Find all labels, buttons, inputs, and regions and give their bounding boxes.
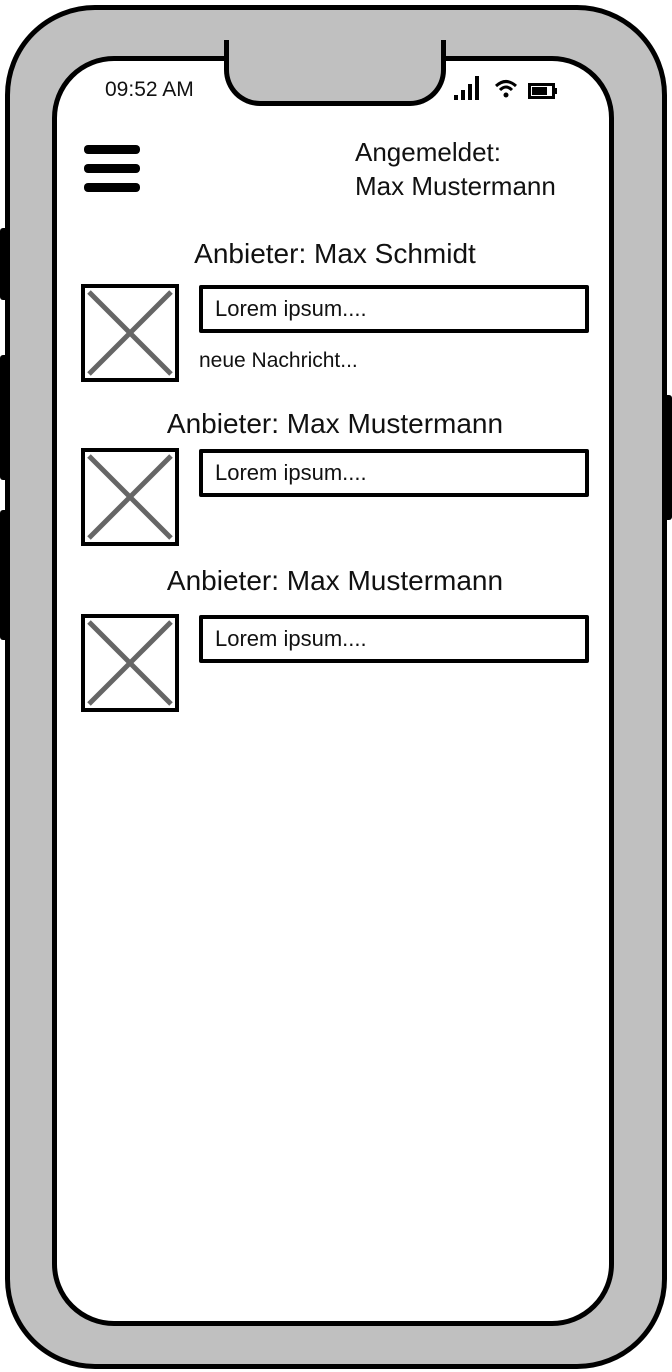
image-placeholder-icon: [81, 284, 179, 382]
status-time: 09:52 AM: [105, 78, 194, 101]
image-placeholder-icon: [81, 614, 179, 712]
conversation-title: Anbieter: Max Schmidt: [194, 238, 476, 269]
message-preview[interactable]: Lorem ipsum....: [199, 615, 589, 663]
side-button: [0, 510, 9, 640]
logged-in-user: Angemeldet: Max Mustermann: [355, 135, 556, 203]
status-icons: [454, 74, 558, 100]
logged-in-label: Angemeldet:: [355, 137, 501, 167]
battery-icon: [528, 83, 557, 99]
notch: [224, 40, 446, 106]
side-button: [663, 395, 672, 520]
message-preview[interactable]: Lorem ipsum....: [199, 449, 589, 497]
conversation-title: Anbieter: Max Mustermann: [166, 565, 504, 596]
user-name: Max Mustermann: [355, 171, 556, 201]
message-preview[interactable]: Lorem ipsum....: [199, 285, 589, 333]
new-message-link[interactable]: neue Nachricht...: [199, 349, 358, 373]
hamburger-menu-icon[interactable]: [84, 145, 140, 202]
wifi-icon: [494, 80, 518, 98]
conversation-title: Anbieter: Max Mustermann: [166, 408, 504, 439]
side-button: [0, 355, 9, 480]
image-placeholder-icon: [81, 448, 179, 546]
signal-icon: [454, 76, 479, 100]
side-button: [0, 228, 9, 300]
